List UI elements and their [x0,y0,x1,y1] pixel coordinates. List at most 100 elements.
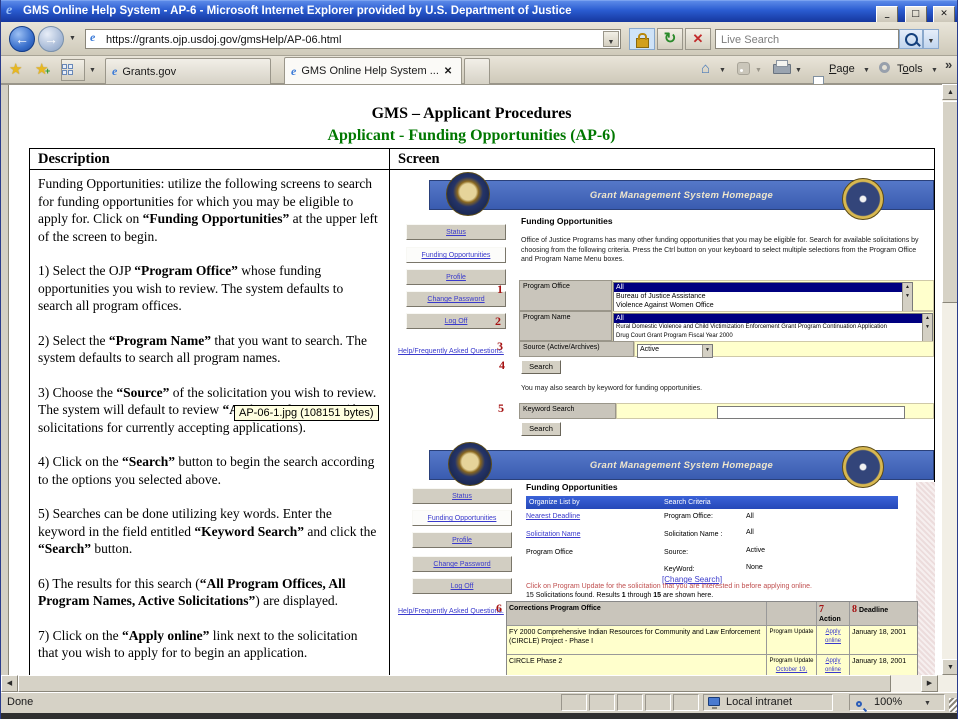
stop-button[interactable]: ✕ [685,28,711,50]
security-zone-pane: Local intranet [703,694,833,711]
deadline-cell: January 18, 2001 [850,626,917,655]
new-tab-stub[interactable] [464,58,490,84]
search-button[interactable] [899,29,923,49]
group-header-spacer [767,602,817,626]
column-header-screen: Screen [390,149,935,170]
dropdown-arrow-icon: ▼ [702,345,712,357]
favorites-center-button[interactable]: ★ [9,60,22,78]
search-placeholder: Live Search [721,31,779,49]
organize-list-header: Organize List by [529,499,580,506]
caret-icon: ▼ [608,39,615,46]
print-button[interactable] [773,64,791,74]
print-dropdown[interactable]: ▼ [795,67,802,74]
home-dropdown[interactable]: ▼ [719,67,726,74]
more-toolbar-chevron[interactable]: » [945,57,952,72]
help-table: Description Screen Funding Opportunities… [29,148,935,675]
gms-heading: Funding Opportunities [526,482,618,492]
address-dropdown[interactable]: ▼ [603,31,619,47]
live-search-input[interactable]: Live Search [715,29,899,49]
results-header-bar: Organize List by Search Criteria [526,496,898,509]
gms-profile-button: Profile [406,269,506,285]
horizontal-scroll-thumb[interactable] [18,675,891,692]
nearest-deadline-link: Nearest Deadline [526,513,580,520]
apply-online-link: Apply online [817,626,850,655]
tab-label: Grants.gov [122,66,176,78]
page-favicon: e [90,30,95,45]
criteria-label: Solicitation Name : [664,531,722,538]
page-menu-button[interactable]: Page [829,63,855,75]
vertical-scroll-thumb[interactable] [942,101,958,303]
program-update-date-link: October 19, 2000 [776,667,807,676]
page-title: GMS – Applicant Procedures [1,105,942,123]
listbox-option: Violence Against Women Office [614,301,912,310]
deadline-cell: January 18, 2001 [850,655,917,675]
source-label: Source (Active/Archives) [519,341,634,357]
gms-log-off-button: Log Off [406,313,506,329]
results-table: Corrections Program Office 7 Action 8 De… [506,601,918,675]
vertical-scrollbar[interactable]: ▲ ▼ [942,84,958,675]
scroll-right-button[interactable]: ▶ [921,675,938,692]
history-dropdown[interactable]: ▼ [69,35,76,42]
tools-menu-button[interactable]: Tools [897,63,923,75]
tabs-bar: ★ ★ + ▼ e Grants.gov e GMS Online Help S… [1,56,958,84]
gms-change-password-button: Change Password [412,556,512,572]
tab-label: GMS Online Help System ... [301,65,439,77]
listbox-option: Drug Court Grant Program Fiscal Year 200… [614,332,932,341]
tab-close-button[interactable]: ✕ [444,66,452,77]
gms-heading: Funding Opportunities [521,216,613,226]
page-subtitle: Applicant - Funding Opportunities (AP-6) [1,127,942,145]
tools-gear-icon [879,62,890,73]
quick-tabs-button[interactable] [61,59,85,81]
scroll-up-button[interactable]: ▲ [942,84,958,100]
scroll-down-button[interactable]: ▼ [942,659,958,675]
doj-seal-icon [448,442,492,486]
program-office-label: Program Office [519,280,612,311]
tab-grants-gov[interactable]: e Grants.gov [105,58,271,84]
source-row: Source (Active/Archives) Active▼ [519,341,934,357]
source-dropdown: Active▼ [637,344,713,358]
zoom-control[interactable]: 100% ▼ [849,694,945,711]
criteria-value: None [746,564,763,571]
window-title: GMS Online Help System - AP-6 - Microsof… [23,5,571,17]
description-cell: Funding Opportunities: utilize the follo… [30,170,390,675]
gms-status-button: Status [406,224,506,240]
gms-log-off-button: Log Off [412,578,512,594]
program-name-field-area: All Rural Domestic Violence and Child Vi… [612,311,934,341]
page-viewport: GMS – Applicant Procedures Applicant - F… [1,84,942,675]
listbox-scrollbar: ▲▼ [922,314,932,342]
refresh-button[interactable]: ↻ [657,28,683,50]
horizontal-scrollbar[interactable]: ◀ ▶ [1,675,958,692]
tools-dropdown[interactable]: ▼ [931,67,938,74]
tab-favicon: e [112,64,117,79]
back-button[interactable]: ← [9,26,35,52]
home-button[interactable]: ⌂ [701,60,710,78]
tab-list-dropdown[interactable]: ▼ [89,67,96,74]
feeds-dropdown[interactable]: ▼ [755,67,762,74]
address-bar[interactable]: e https://grants.ojp.usdoj.gov/gmsHelp/A… [85,29,621,49]
criteria-label: Program Office: [664,513,713,520]
annotation-5: 5 [498,401,504,416]
annotation-2: 2 [495,314,501,329]
resize-grip[interactable] [949,698,958,712]
criteria-label: Source: [664,549,688,556]
scroll-left-button[interactable]: ◀ [1,675,18,692]
security-zone-label: Local intranet [726,696,792,708]
tab-gms-help-active[interactable]: e GMS Online Help System ... ✕ [284,57,462,84]
search-options-dropdown[interactable]: ▼ [923,29,939,49]
feeds-button[interactable] [737,62,750,75]
forward-button[interactable]: → [38,26,64,52]
criteria-value: All [746,513,754,520]
page-dropdown[interactable]: ▼ [863,67,870,74]
gms-search-button: Search [521,360,561,374]
title-bar: e GMS Online Help System - AP-6 - Micros… [1,0,958,22]
listbox-option: Bureau of Justice Assistance [614,292,912,301]
add-favorite-plus-icon: + [45,66,50,76]
doj-seal-icon [446,172,490,216]
zoom-dropdown[interactable]: ▼ [924,700,931,707]
program-name-row: Program Name All Rural Domestic Violence… [519,311,934,341]
security-lock-button[interactable] [629,28,655,50]
address-url: https://grants.ojp.usdoj.gov/gmsHelp/AP-… [106,31,341,49]
listbox-scrollbar: ▲▼ [902,283,912,312]
screen-cell: Grant Management System Homepage Status … [390,170,935,675]
annotation-3: 3 [497,339,503,354]
